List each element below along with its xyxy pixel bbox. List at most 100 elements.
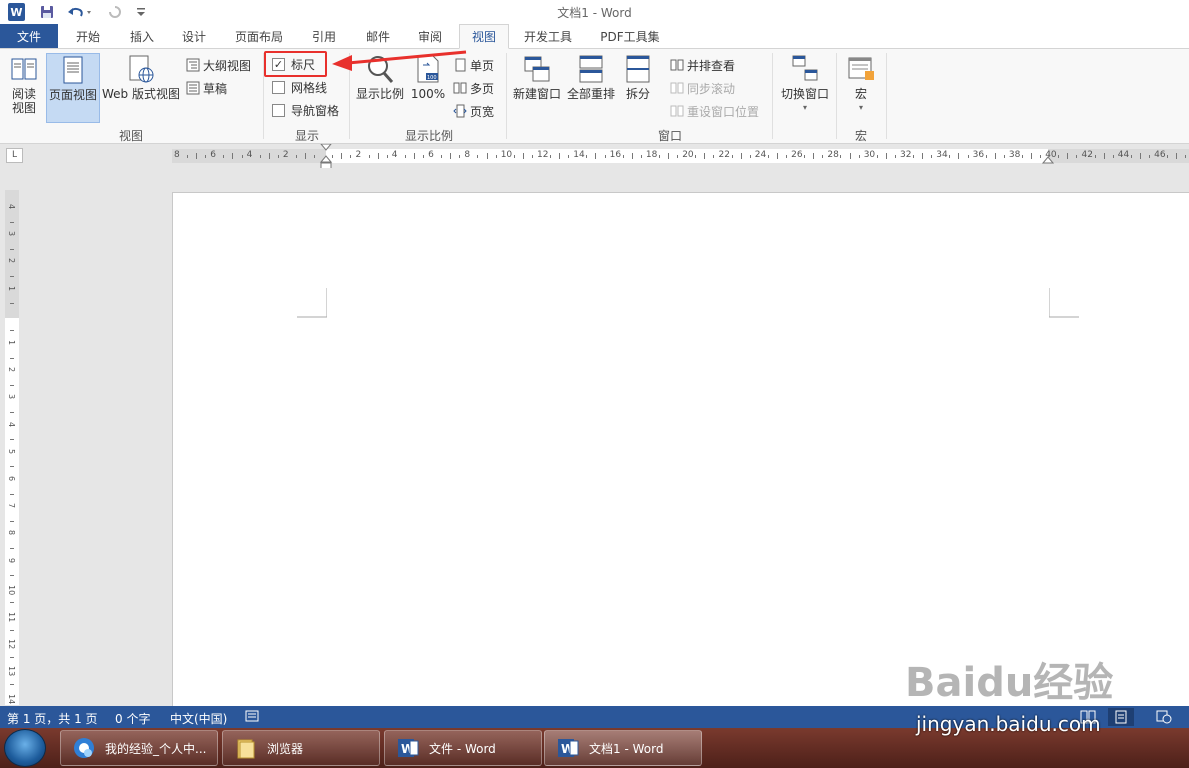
group-separator [506, 53, 507, 139]
reset-position-label: 重设窗口位置 [687, 104, 760, 119]
print-layout-view-icon[interactable] [1108, 708, 1134, 726]
ruler-tick-label: 2 [282, 150, 289, 160]
ruler-tick [949, 154, 951, 158]
new-window-button[interactable]: 新建窗口 [511, 53, 563, 101]
annotation-highlight-box [264, 51, 327, 77]
ruler-tick [10, 520, 14, 522]
ruler-tick [486, 153, 488, 159]
sync-scroll-icon [670, 82, 684, 94]
corner-mark-right [1049, 288, 1079, 318]
group-label-macros: 宏 [854, 129, 867, 143]
ruler-tick-label: 5 [7, 448, 16, 454]
ruler-tick-label: 3 [7, 394, 16, 400]
web-layout-button[interactable]: Web 版式视图 [100, 53, 182, 101]
ruler-tick-label: 24 [754, 150, 767, 160]
group-separator [836, 53, 837, 139]
gridlines-checkbox[interactable]: 网格线 [272, 77, 327, 97]
macro-record-icon[interactable] [245, 710, 259, 725]
arrange-all-button[interactable]: 全部重排 [565, 53, 617, 101]
ruler-tick-label: 1 [7, 285, 16, 291]
ruler-tick [10, 330, 14, 332]
ruler-tick [10, 466, 14, 468]
zoom-100-label: 100% [410, 87, 446, 101]
tab-home[interactable]: 开始 [66, 24, 110, 48]
horizontal-ruler[interactable]: 8 6 4 2 2 4 6 8 10 12 14 16 18 20 22 24 26 28 30 32 34 36 38 40… [172, 144, 1189, 170]
switch-windows-label: 切换窗口 [780, 87, 829, 101]
sync-scroll-label: 同步滚动 [687, 81, 736, 96]
view-side-by-side-button[interactable]: 并排查看 [670, 55, 735, 75]
ruler-tick-label: 14 [573, 150, 585, 160]
ruler-tick [749, 154, 751, 158]
ruler-tick [305, 153, 307, 159]
ruler-tick [404, 154, 406, 158]
ruler-tick [894, 154, 896, 158]
draft-button[interactable]: 草稿 [186, 78, 227, 98]
tab-file[interactable]: 文件 [0, 24, 58, 48]
ruler-tick [1167, 154, 1169, 158]
ruler-tick [1185, 154, 1187, 158]
read-mode-button[interactable]: 阅读 视图 [4, 53, 44, 115]
ruler-tick-label: 44 [1117, 150, 1130, 160]
ruler-tick [10, 575, 14, 577]
zoom-label: 显示比例 [355, 87, 404, 101]
ruler-tick-label: 32 [900, 150, 912, 160]
tab-insert[interactable]: 插入 [120, 24, 164, 48]
ruler-tick [885, 153, 887, 159]
document-page[interactable] [172, 192, 1189, 706]
nav-pane-checkbox[interactable]: 导航窗格 [272, 100, 339, 120]
indent-marker-icon[interactable] [320, 144, 332, 170]
print-layout-button[interactable]: 页面视图 [46, 53, 100, 123]
taskbar-item-browser-tab[interactable]: 我的经验_个人中... [60, 730, 218, 766]
ruler-tick [1130, 154, 1132, 158]
start-button[interactable] [4, 729, 46, 767]
tab-layout[interactable]: 页面布局 [226, 24, 292, 48]
web-layout-view-icon[interactable] [1156, 710, 1172, 727]
tab-design[interactable]: 设计 [172, 24, 216, 48]
reset-window-position-button[interactable]: 重设窗口位置 [670, 101, 759, 121]
right-indent-marker-icon[interactable] [1042, 155, 1054, 165]
tab-pdf-tools[interactable]: PDF工具集 [592, 24, 668, 48]
page-width-button[interactable]: 页宽 [453, 101, 494, 121]
macros-label: 宏 [854, 87, 867, 101]
ruler-tick-label: 18 [645, 150, 658, 160]
tab-selector[interactable]: L [6, 148, 23, 163]
ruler-tick [713, 154, 715, 158]
ruler-tick [668, 153, 670, 159]
one-page-label: 单页 [470, 58, 495, 73]
tab-references[interactable]: 引用 [302, 24, 346, 48]
tab-view[interactable]: 视图 [459, 24, 509, 49]
ruler-tick-label: 42 [1081, 150, 1093, 160]
group-separator [886, 53, 887, 139]
group-label-window: 窗口 [657, 129, 682, 143]
word-icon: W [395, 735, 421, 761]
tab-review[interactable]: 审阅 [408, 24, 452, 48]
switch-windows-button[interactable]: 切换窗口 ▾ [778, 53, 832, 115]
ruler-tick-label: 6 [7, 476, 16, 482]
ruler-tick [1058, 154, 1060, 158]
language[interactable]: 中文(中国) [170, 710, 227, 727]
taskbar-item-folder[interactable]: 浏览器 [222, 730, 380, 766]
page-count[interactable]: 第 1 页，共 1 页 [7, 710, 98, 727]
ruler-tick [1149, 154, 1151, 158]
ruler-tick-label: 13 [7, 666, 16, 677]
ruler-tick [1031, 153, 1033, 159]
ruler-tick [332, 154, 334, 158]
tab-mailings[interactable]: 邮件 [356, 24, 400, 48]
vertical-ruler[interactable]: 4 3 2 1 1 2 3 4 5 6 7 8 9 10 11 12 13 14 [5, 190, 19, 713]
ruler-tick [277, 154, 279, 158]
taskbar-item-word-doc1[interactable]: W 文档1 - Word [544, 730, 702, 766]
tab-developer[interactable]: 开发工具 [516, 24, 580, 48]
outline-button[interactable]: 大纲视图 [186, 55, 251, 75]
group-label-zoom: 显示比例 [404, 129, 453, 143]
corner-mark-left [297, 288, 327, 318]
taskbar-item-word-file[interactable]: W 文件 - Word [384, 730, 542, 766]
ruler-tick [550, 154, 552, 158]
word-count[interactable]: 0 个字 [115, 710, 150, 727]
side-by-side-icon [670, 59, 684, 71]
sync-scroll-button[interactable]: 同步滚动 [670, 78, 735, 98]
ruler-tick [10, 221, 14, 223]
ruler-tick [1139, 153, 1141, 159]
multiple-pages-button[interactable]: 多页 [453, 78, 494, 98]
macros-button[interactable]: 宏 ▾ [842, 53, 880, 115]
split-button[interactable]: 拆分 [621, 53, 655, 101]
